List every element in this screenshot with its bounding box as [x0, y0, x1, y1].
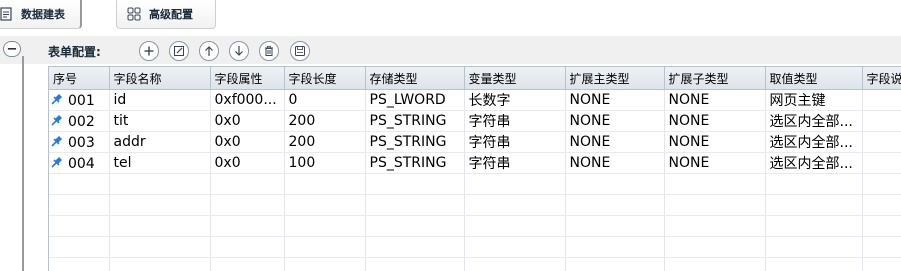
field-length-cell[interactable]: 200	[284, 131, 366, 153]
table-row[interactable]: 001 id 0xf000... 0 PS_LWORD 长数字 NONE NON…	[49, 89, 901, 111]
field-name-cell[interactable]: addr	[109, 131, 211, 153]
ext-main-type-cell[interactable]: NONE	[565, 89, 665, 111]
pin-icon	[51, 93, 62, 105]
ext-sub-type-cell[interactable]: NONE	[664, 89, 766, 111]
variable-type-cell[interactable]: 字符串	[464, 131, 566, 153]
description-cell[interactable]	[862, 110, 901, 132]
move-down-icon	[235, 46, 243, 56]
toolbar-strip	[0, 36, 901, 64]
field-grid: 序号 字段名称 字段属性 字段长度 存储类型 变量类型 扩展主类型 扩展子类型 …	[48, 66, 901, 271]
ext-sub-type-cell[interactable]: NONE	[664, 152, 766, 174]
value-type-cell[interactable]: 网页主键	[765, 89, 863, 111]
storage-type-cell[interactable]: PS_STRING	[365, 131, 465, 153]
field-attr-cell[interactable]: 0x0	[210, 110, 285, 132]
pin-icon	[51, 156, 62, 168]
column-header-storage-type[interactable]: 存储类型	[365, 67, 465, 90]
tab-advanced-config[interactable]: 高级配置	[116, 0, 216, 29]
storage-type-cell[interactable]: PS_STRING	[365, 110, 465, 132]
column-header-seq[interactable]: 序号	[49, 67, 110, 90]
tab-bar: 数据建表 高级配置	[0, 0, 901, 36]
minus-icon: −	[6, 41, 18, 57]
empty-row	[49, 236, 901, 258]
table-header-row: 序号 字段名称 字段属性 字段长度 存储类型 变量类型 扩展主类型 扩展子类型 …	[49, 67, 901, 90]
ext-main-type-cell[interactable]: NONE	[565, 131, 665, 153]
field-name-cell[interactable]: id	[109, 89, 211, 111]
column-header-ext-main-type[interactable]: 扩展主类型	[565, 67, 665, 90]
seq-value: 004	[68, 155, 95, 172]
seq-value: 001	[68, 92, 95, 109]
empty-row	[49, 194, 901, 216]
table-row[interactable]: 003 addr 0x0 200 PS_STRING 字符串 NONE NONE…	[49, 131, 901, 153]
move-up-icon	[205, 46, 213, 56]
column-header-field-length[interactable]: 字段长度	[284, 67, 366, 90]
move-down-button[interactable]	[229, 41, 249, 61]
seq-cell: 001	[49, 89, 110, 111]
pin-icon	[51, 135, 62, 147]
variable-type-cell[interactable]: 字符串	[464, 110, 566, 132]
variable-type-cell[interactable]: 长数字	[464, 89, 566, 111]
edit-field-button[interactable]	[169, 41, 189, 61]
field-table: 序号 字段名称 字段属性 字段长度 存储类型 变量类型 扩展主类型 扩展子类型 …	[49, 67, 901, 271]
column-header-variable-type[interactable]: 变量类型	[464, 67, 566, 90]
tab-label: 数据建表	[21, 8, 65, 21]
tab-data-table[interactable]: 数据建表	[0, 0, 82, 29]
value-type-cell[interactable]: 选区内全部...	[765, 110, 863, 132]
grid-icon	[127, 7, 141, 21]
value-type-cell[interactable]: 选区内全部...	[765, 152, 863, 174]
field-name-cell[interactable]: tit	[109, 110, 211, 132]
description-cell[interactable]	[862, 131, 901, 153]
seq-cell: 004	[49, 152, 110, 174]
edit-icon	[174, 46, 184, 56]
delete-field-button[interactable]	[259, 41, 279, 61]
ext-main-type-cell[interactable]: NONE	[565, 152, 665, 174]
seq-cell: 003	[49, 131, 110, 153]
column-header-value-type[interactable]: 取值类型	[765, 67, 863, 90]
form-config-label: 表单配置:	[48, 45, 101, 59]
seq-value: 002	[68, 113, 95, 130]
storage-type-cell[interactable]: PS_STRING	[365, 152, 465, 174]
field-length-cell[interactable]: 200	[284, 110, 366, 132]
delete-icon	[265, 45, 273, 56]
table-row[interactable]: 004 tel 0x0 100 PS_STRING 字符串 NONE NONE …	[49, 152, 901, 174]
table-row[interactable]: 002 tit 0x0 200 PS_STRING 字符串 NONE NONE …	[49, 110, 901, 132]
field-length-cell[interactable]: 0	[284, 89, 366, 111]
column-header-field-attr[interactable]: 字段属性	[210, 67, 285, 90]
tab-label: 高级配置	[149, 8, 193, 21]
save-icon	[295, 46, 305, 56]
empty-row	[49, 257, 901, 271]
add-icon	[144, 46, 154, 56]
empty-row	[49, 215, 901, 237]
save-button[interactable]	[290, 41, 310, 61]
move-up-button[interactable]	[199, 41, 219, 61]
pin-icon	[51, 114, 62, 126]
field-attr-cell[interactable]: 0x0	[210, 152, 285, 174]
storage-type-cell[interactable]: PS_LWORD	[365, 89, 465, 111]
field-name-cell[interactable]: tel	[109, 152, 211, 174]
description-cell[interactable]	[862, 152, 901, 174]
tree-line	[22, 56, 24, 271]
empty-row	[49, 173, 901, 195]
add-field-button[interactable]	[139, 41, 159, 61]
seq-cell: 002	[49, 110, 110, 132]
column-header-description[interactable]: 字段说	[862, 67, 901, 90]
form-config-panel: − 表单配置: 序号 字段名称 字段属性 字段长度 存储类型 变量类型 扩展主类…	[0, 36, 901, 271]
collapse-button[interactable]: −	[3, 41, 21, 57]
ext-main-type-cell[interactable]: NONE	[565, 110, 665, 132]
description-cell[interactable]	[862, 89, 901, 111]
field-length-cell[interactable]: 100	[284, 152, 366, 174]
value-type-cell[interactable]: 选区内全部...	[765, 131, 863, 153]
variable-type-cell[interactable]: 字符串	[464, 152, 566, 174]
column-header-field-name[interactable]: 字段名称	[109, 67, 211, 90]
field-attr-cell[interactable]: 0xf000...	[210, 89, 285, 111]
ext-sub-type-cell[interactable]: NONE	[664, 131, 766, 153]
document-icon	[0, 7, 13, 21]
seq-value: 003	[68, 134, 95, 151]
column-header-ext-sub-type[interactable]: 扩展子类型	[664, 67, 766, 90]
field-attr-cell[interactable]: 0x0	[210, 131, 285, 153]
ext-sub-type-cell[interactable]: NONE	[664, 110, 766, 132]
